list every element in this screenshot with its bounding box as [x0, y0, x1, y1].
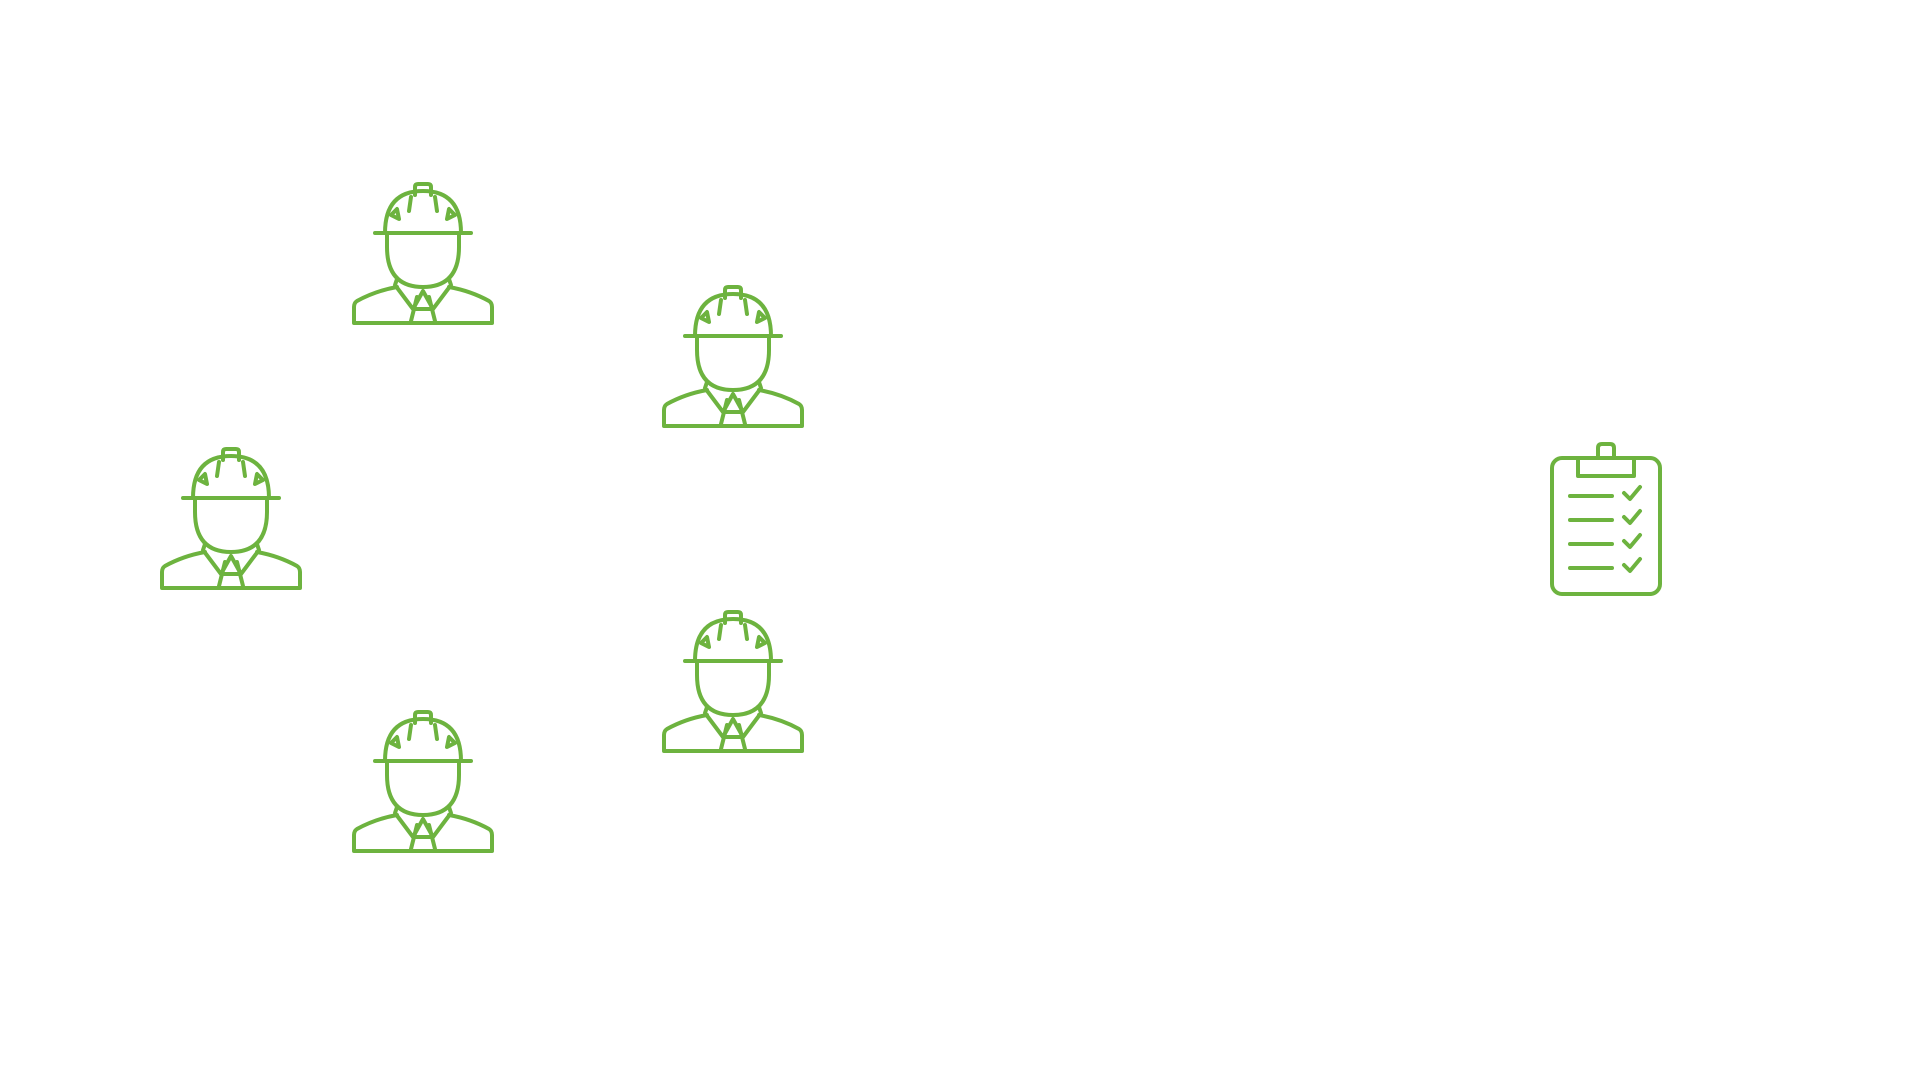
construction-worker-icon	[662, 285, 804, 428]
worker-graphic	[352, 710, 494, 853]
construction-worker-icon	[352, 182, 494, 325]
canvas	[0, 0, 1920, 1080]
worker-graphic	[352, 182, 494, 325]
worker-graphic	[160, 447, 302, 590]
clipboard-checklist-graphic	[1550, 442, 1662, 596]
worker-graphic	[662, 285, 804, 428]
worker-graphic	[662, 610, 804, 753]
clipboard-checklist-icon	[1548, 436, 1664, 598]
construction-worker-icon	[662, 610, 804, 753]
construction-worker-icon	[160, 447, 302, 590]
construction-worker-icon	[352, 710, 494, 853]
